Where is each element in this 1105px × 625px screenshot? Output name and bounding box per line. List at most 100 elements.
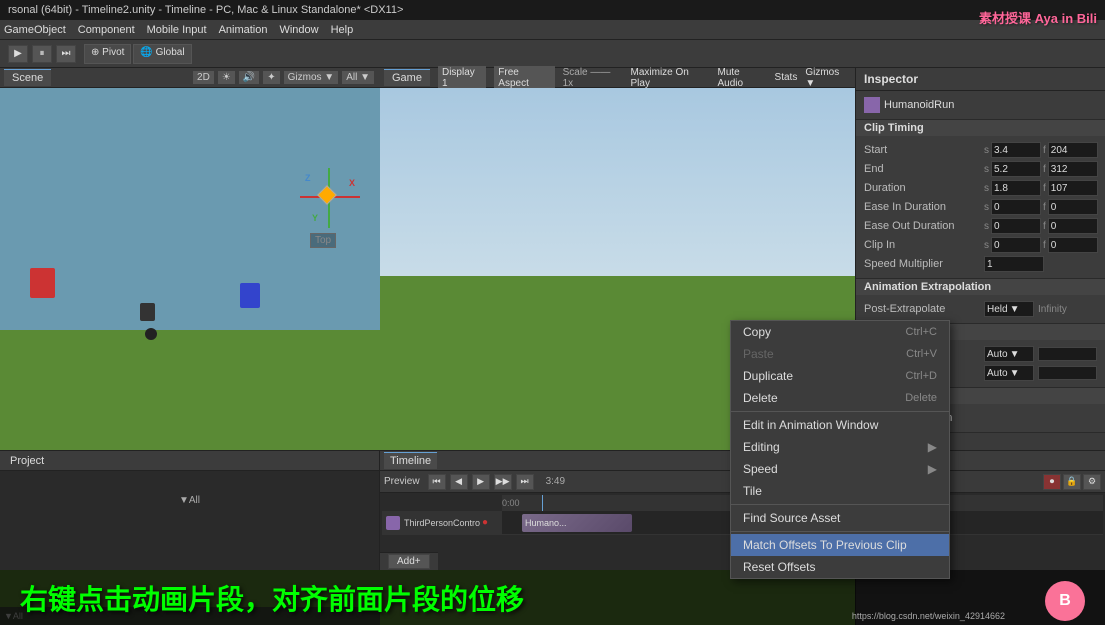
audio-toggle[interactable]: 🔊 [239,71,259,84]
scene-object-shadow1 [140,303,155,321]
aspect-btn[interactable]: Free Aspect [494,66,554,90]
post-extrapolate-row: Post-Extrapolate Held ▼ Infinity [864,300,1097,318]
ease-out-s-input[interactable] [991,218,1041,234]
blend-out-preview [1038,366,1097,380]
ctx-copy[interactable]: Copy Ctrl+C [731,321,949,343]
anim-extrapolation-header[interactable]: Animation Extrapolation [856,279,1105,295]
menu-gameobject[interactable]: GameObject [4,24,66,36]
duration-f-input[interactable] [1048,180,1098,196]
watermark: 素材授课 Aya in Bili [979,8,1097,27]
display-btn[interactable]: Display 1 [438,66,486,90]
ctx-sep-1 [731,411,949,412]
scene-object-shadow2 [145,328,157,340]
view-2d[interactable]: 2D [193,71,214,84]
title-text: rsonal (64bit) - Timeline2.unity - Timel… [8,4,403,16]
speed-mult-row: Speed Multiplier [864,255,1097,273]
tl-back-btn[interactable]: ⏮ [428,474,446,490]
ctx-speed[interactable]: Speed ▶ [731,458,949,480]
tl-record-btn[interactable]: ⏺ [1043,474,1061,490]
ease-in-f-input[interactable] [1048,199,1098,215]
menu-help[interactable]: Help [331,24,354,36]
clip-in-f-input[interactable] [1048,237,1098,253]
play-button[interactable]: ▶ [8,45,28,63]
clip-in-s-input[interactable] [991,237,1041,253]
transform-gizmo[interactable]: X Y Z [300,168,360,228]
tl-time: 3:49 [546,476,565,487]
asset-icon [864,97,880,113]
ctx-duplicate[interactable]: Duplicate Ctrl+D [731,365,949,387]
context-menu: Copy Ctrl+C Paste Ctrl+V Duplicate Ctrl+… [730,320,950,579]
post-extrapolate-dropdown[interactable]: Held ▼ [984,301,1034,317]
ease-out-f-input[interactable] [1048,218,1098,234]
duration-s-input[interactable] [991,180,1041,196]
ease-in-s-input[interactable] [991,199,1041,215]
game-gizmos-btn[interactable]: Gizmos ▼ [805,67,851,89]
tl-prev-btn[interactable]: ◀ [450,474,468,490]
tl-cog-btn[interactable]: ⚙ [1083,474,1101,490]
ctx-match-offsets[interactable]: Match Offsets To Previous Clip [731,534,949,556]
all-btn[interactable]: All ▼ [342,71,374,84]
speed-mult-input[interactable] [984,256,1044,272]
tl-next-btn[interactable]: ▶▶ [494,474,512,490]
menu-animation[interactable]: Animation [219,24,268,36]
start-f-input[interactable] [1048,142,1098,158]
play-controls: ▶ ⏸ ⏭ [8,45,76,63]
project-content: ▼All [0,471,379,570]
inspector-title: Inspector [864,72,918,86]
blend-out-dropdown[interactable]: Auto ▼ [984,365,1034,381]
lighting-toggle[interactable]: ☀ [218,71,235,84]
blend-in-preview [1038,347,1097,361]
bilibili-logo: B [1045,581,1085,621]
preview-label: Preview [384,476,420,487]
tl-play-btn[interactable]: ▶ [472,474,490,490]
pivot-button[interactable]: ⊕ Pivot [84,44,131,64]
ctx-find-source[interactable]: Find Source Asset [731,507,949,529]
menu-mobile-input[interactable]: Mobile Input [147,24,207,36]
blend-in-dropdown[interactable]: Auto ▼ [984,346,1034,362]
step-button[interactable]: ⏭ [56,45,76,63]
scene-tab[interactable]: Scene [4,69,51,86]
add-button[interactable]: Add+ [388,554,430,569]
end-f-input[interactable] [1048,161,1098,177]
maximize-btn[interactable]: Maximize On Play [631,67,710,89]
tl-lock-btn[interactable]: 🔒 [1063,474,1081,490]
ctx-paste[interactable]: Paste Ctrl+V [731,343,949,365]
track-clip-1[interactable]: Humano... [522,514,632,532]
asset-name-row: HumanoidRun [864,96,1097,114]
track-record-dot: ● [482,517,488,528]
ruler-0: 0:00 [502,498,520,508]
gizmos-btn[interactable]: Gizmos ▼ [284,71,339,84]
pause-button[interactable]: ⏸ [32,45,52,63]
timeline-tab[interactable]: Timeline [384,452,437,469]
end-s-input[interactable] [991,161,1041,177]
asset-name-section: HumanoidRun [856,91,1105,120]
menu-component[interactable]: Component [78,24,135,36]
fx-toggle[interactable]: ✦ [263,71,279,84]
track-label-1: ThirdPersonContro ● [382,511,502,534]
menu-bar: GameObject Component Mobile Input Animat… [0,20,1105,40]
ctx-tile[interactable]: Tile [731,480,949,502]
menu-window[interactable]: Window [279,24,318,36]
scene-object-blue [240,283,260,308]
clip-label-1: Humano... [525,518,567,528]
ctx-reset-offsets[interactable]: Reset Offsets [731,556,949,578]
global-button[interactable]: 🌐 Global [133,44,191,64]
global-icon: 🌐 [140,47,152,58]
top-label: Top [310,233,336,248]
clip-timing-section: Start s f End s f Duration s f E [856,136,1105,279]
game-tab[interactable]: Game [384,69,430,86]
inspector-header: Inspector [856,68,1105,91]
start-s-input[interactable] [991,142,1041,158]
gizmos-bar: 2D ☀ 🔊 ✦ Gizmos ▼ All ▼ [191,69,376,86]
project-tab[interactable]: Project [4,453,50,469]
subtitle-text: 右键点击动画片段，对齐前面片段的位移 [20,578,524,618]
ctx-edit-animation-window[interactable]: Edit in Animation Window [731,414,949,436]
ctx-delete[interactable]: Delete Delete [731,387,949,409]
tl-end-btn[interactable]: ⏭ [516,474,534,490]
mute-btn[interactable]: Mute Audio [718,67,767,89]
stats-btn[interactable]: Stats [775,72,798,83]
duration-row: Duration s f [864,179,1097,197]
clip-timing-header[interactable]: Clip Timing [856,120,1105,136]
ctx-editing[interactable]: Editing ▶ [731,436,949,458]
scene-object-red [30,268,55,298]
